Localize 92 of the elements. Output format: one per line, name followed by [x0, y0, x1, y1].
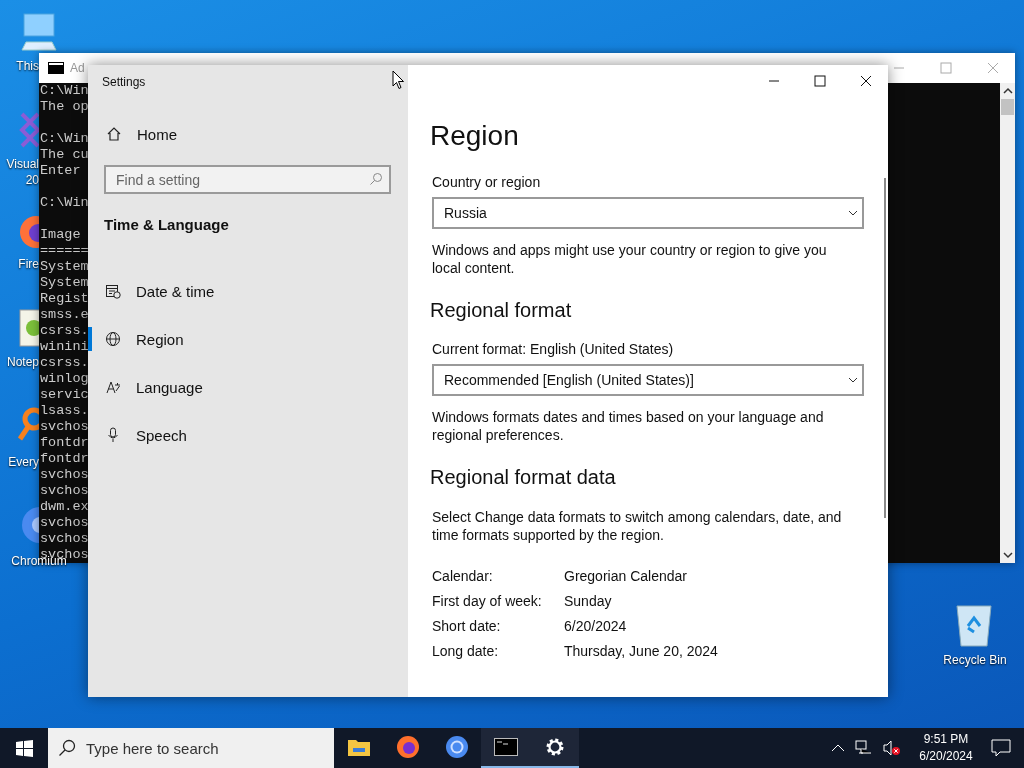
close-icon[interactable]	[860, 75, 872, 87]
console-line: Regist	[40, 291, 89, 307]
console-line: C:\Win	[40, 131, 89, 147]
data-label: Calendar:	[432, 567, 494, 586]
data-value: Thursday, June 20, 2024	[564, 642, 719, 661]
console-line: C:\Win	[40, 83, 89, 99]
recycle-bin-icon[interactable]	[954, 602, 994, 648]
console-line: dwm.ex	[40, 499, 89, 515]
console-line: System	[40, 259, 89, 275]
chevron-icon	[848, 210, 858, 216]
microphone-icon	[105, 427, 121, 443]
field-label: Current format: English (United States)	[432, 341, 675, 357]
chevron-up-icon[interactable]	[831, 744, 845, 752]
chromium-icon	[444, 735, 469, 759]
console-line: svchos	[40, 419, 89, 435]
console-line: svchos	[40, 483, 89, 499]
data-value: Gregorian Calendar	[564, 567, 688, 586]
taskbar-search-field[interactable]: Type here to search	[48, 728, 334, 768]
terminal-icon	[493, 738, 518, 756]
console-line: lsass.	[40, 403, 89, 419]
scroll-down-icon[interactable]	[1002, 551, 1013, 559]
nav-item[interactable]: Speech	[88, 411, 408, 459]
window-title: Settings	[102, 75, 146, 91]
description-text: Windows and apps might use your country or region to give you local content.	[432, 241, 828, 277]
cursor-icon	[392, 70, 405, 90]
desktop-icon-label[interactable]: Visual 20	[0, 156, 39, 188]
firefox-icon	[395, 735, 420, 759]
country-dropdown[interactable]: Russia	[432, 197, 864, 229]
windows-icon	[15, 739, 33, 757]
home-nav-item[interactable]: Home	[88, 113, 408, 155]
home-icon	[106, 126, 122, 142]
notification-icon[interactable]	[991, 739, 1011, 757]
nav-item[interactable]: Language	[88, 363, 408, 411]
clock[interactable]: 9:51 PM 6/20/2024	[911, 731, 981, 765]
data-label: First day of week:	[432, 592, 543, 611]
data-label: Short date:	[432, 617, 502, 636]
desktop-icon-label[interactable]: Recycle Bin	[935, 652, 1015, 668]
console-line: The op	[40, 99, 89, 115]
console-line: svchos	[40, 467, 89, 483]
computer-icon[interactable]	[18, 12, 60, 52]
data-value: 6/20/2024	[564, 617, 628, 636]
nav-item[interactable]: Date & time	[88, 267, 408, 315]
console-line: C:\Win	[40, 195, 89, 211]
console-line: svchos	[40, 531, 89, 547]
console-line: Enter	[40, 163, 81, 179]
section-heading: Time & Language	[103, 215, 230, 235]
nav-item[interactable]: Region	[88, 315, 408, 363]
console-line: ======	[40, 243, 89, 259]
desktop-icon-label[interactable]: This	[0, 58, 39, 74]
maximize-icon[interactable]	[814, 75, 826, 87]
search-icon	[369, 172, 383, 186]
console-line: winini	[40, 339, 89, 355]
taskbar-app-button[interactable]	[530, 728, 579, 768]
field-label: Country or region	[432, 174, 542, 190]
console-line: fontdr	[40, 435, 89, 451]
network-icon[interactable]	[855, 740, 873, 756]
notepad-icon[interactable]	[18, 308, 39, 350]
description-text: Windows formats dates and times based on your language and regional preferences.	[432, 408, 825, 444]
scrollbar[interactable]	[884, 178, 886, 518]
format-dropdown[interactable]: Recommended [English (United States)]	[432, 364, 864, 396]
scrollbar[interactable]	[1000, 83, 1015, 563]
data-label: Long date:	[432, 642, 500, 661]
console-icon	[48, 62, 64, 74]
desktop-icon-label[interactable]: Every	[0, 454, 39, 470]
window-title: Ad	[70, 61, 85, 75]
language-icon	[105, 379, 121, 395]
globe-icon	[105, 331, 121, 347]
muted-speaker-icon[interactable]	[883, 740, 901, 756]
section-heading: Regional format	[430, 299, 573, 322]
search-field[interactable]: Find a setting	[104, 165, 391, 194]
console-line: csrss.	[40, 355, 89, 371]
calendar-icon	[105, 283, 121, 299]
console-line: System	[40, 275, 89, 291]
console-line: smss.e	[40, 307, 89, 323]
data-value: Sunday	[564, 592, 613, 611]
folder-icon	[346, 737, 371, 757]
console-line: fontdr	[40, 451, 89, 467]
desktop-icon-label[interactable]: Notep	[0, 354, 39, 370]
scroll-thumb[interactable]	[1001, 99, 1014, 115]
console-line: svchos	[40, 515, 89, 531]
console-line: winlog	[40, 371, 89, 387]
section-heading: Regional format data	[430, 466, 617, 489]
console-line: csrss.	[40, 323, 89, 339]
taskbar-app-button[interactable]	[481, 728, 530, 768]
desktop-icon-label[interactable]: Fire	[0, 256, 39, 272]
scroll-up-icon[interactable]	[1002, 87, 1013, 95]
chevron-icon	[848, 377, 858, 383]
page-title: Region	[430, 120, 520, 152]
description-text: Select Change data formats to switch among calendars, date, and time formats supported by the region.	[432, 508, 843, 544]
console-line: The cu	[40, 147, 89, 163]
console-line: servic	[40, 387, 89, 403]
console-line: Image	[40, 227, 81, 243]
